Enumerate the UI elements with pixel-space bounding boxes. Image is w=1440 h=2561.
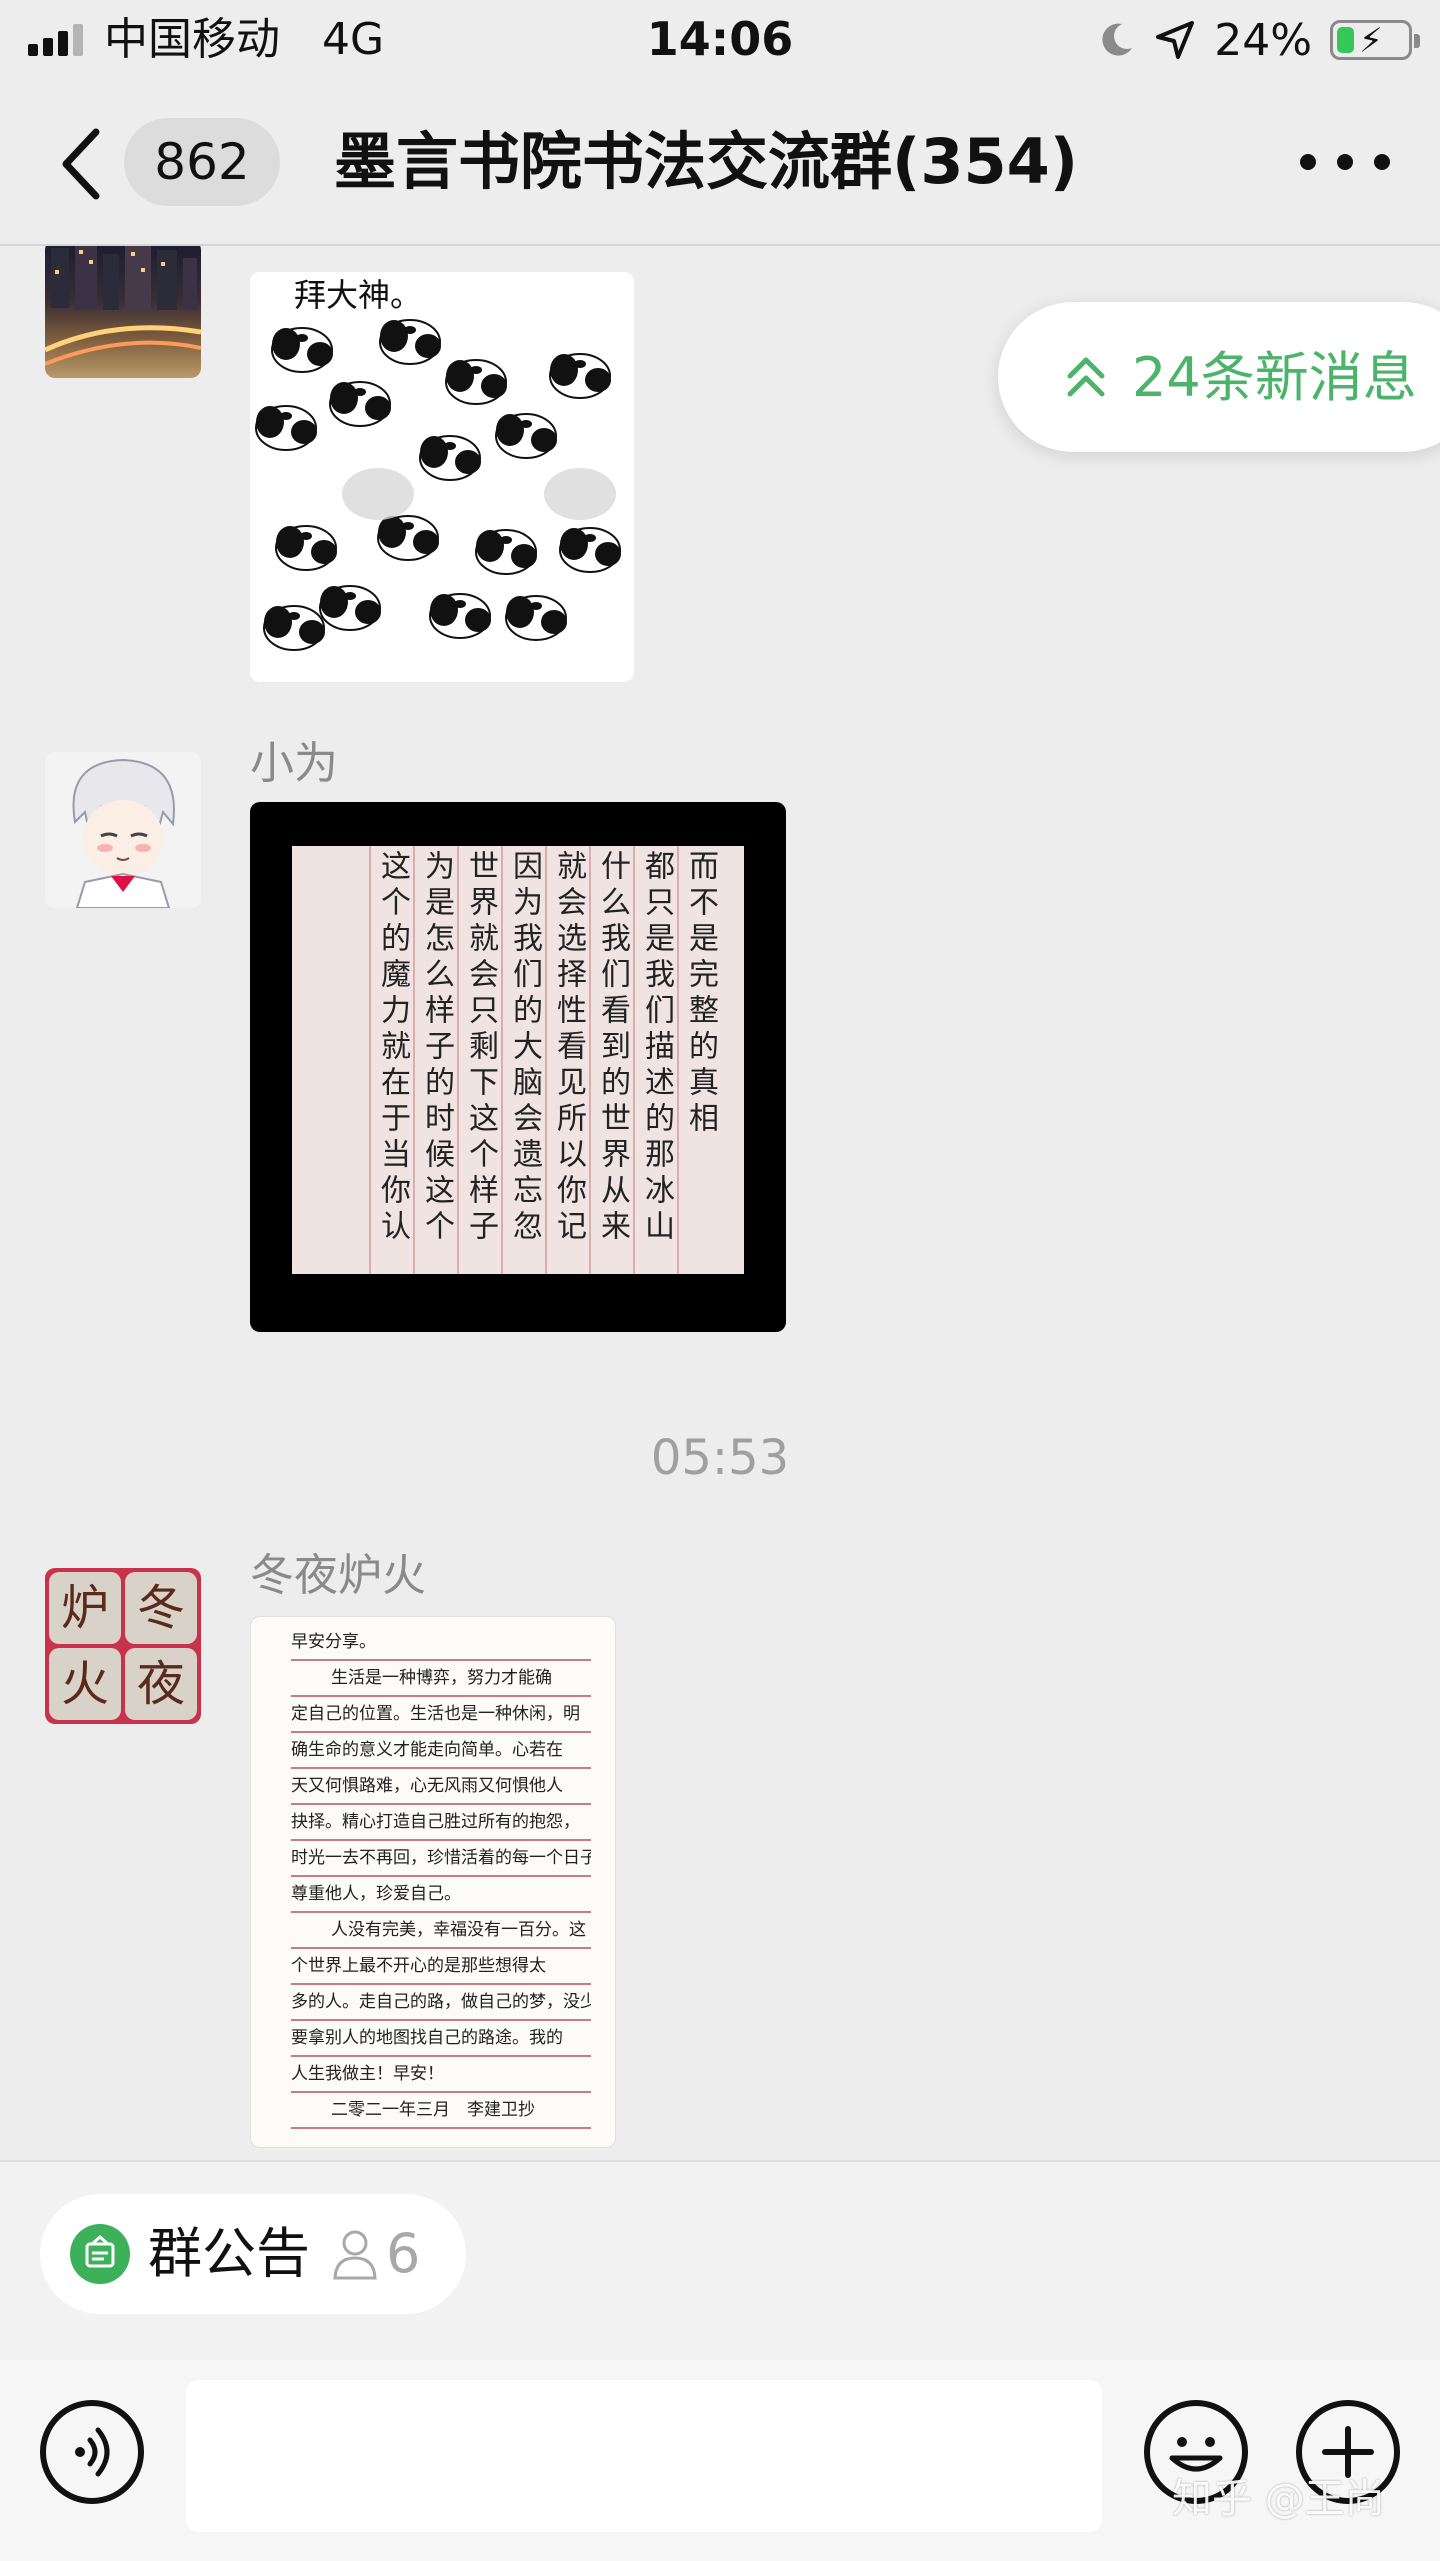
sender-name: 冬夜炉火 [250, 1550, 426, 1601]
announcement-icon [70, 2224, 130, 2284]
status-right-group: 24% ⚡ [1096, 12, 1420, 68]
calligraphy-paper: 而不是完整的真相都只是我们描述的那冰山一角什么我们看到的世界从来就会选择性看见所… [292, 846, 744, 1274]
dot [1337, 154, 1353, 170]
letter-line: 二零二一年三月 李建卫抄 [291, 2093, 591, 2129]
moon-icon [1102, 23, 1133, 56]
bolt-icon: ⚡ [1359, 21, 1383, 61]
anime-character-avatar-image [45, 752, 201, 908]
voice-icon[interactable] [40, 2400, 144, 2504]
letter-line: 尊重他人，珍爱自己。 [291, 1877, 591, 1913]
chat-message-list[interactable]: 拜大神。 24条新消息 小为 而不是完整的真相 都只是我们描述的那冰山 什么我们… [0, 246, 1440, 2160]
calligraphy-column: 什么我们看到的世界从来 [595, 850, 630, 1246]
image-message-letter[interactable]: 早安分享。 生活是一种博弈，努力才能确 定自己的位置。生活也是一种休闲，明 确生命的意… [250, 1616, 616, 2148]
battery-fill [1337, 27, 1354, 53]
back-chevron-icon[interactable] [52, 124, 112, 204]
calligraphy-column: 都只是我们描述的那冰山一角 [639, 850, 674, 1246]
letter-line: 人生我做主！早安！ [291, 2057, 591, 2093]
dot [1374, 154, 1390, 170]
letter-line: 要拿别人的地图找自己的路途。我的 [291, 2021, 591, 2057]
panda-bow-sticker [255, 319, 622, 651]
letter-line: 早安分享。 [291, 1625, 591, 1661]
calligraphy-column: 为是怎么样子的时候这个 [419, 850, 454, 1246]
avatar-tile: 夜 [125, 1648, 197, 1720]
input-bar: 知乎 @王尚 [0, 2360, 1440, 2561]
announcement-area: 群公告 6 [0, 2160, 1440, 2360]
calligraphy-column: 就会选择性看见所以你记住 [551, 850, 586, 1246]
battery-cap [1414, 34, 1420, 48]
more-dots-icon[interactable] [1300, 142, 1390, 182]
announcement-label: 群公告 [148, 2222, 310, 2285]
message-input[interactable] [186, 2380, 1102, 2532]
calligraphy-columns: 而不是完整的真相都只是我们描述的那冰山一角什么我们看到的世界从来就会选择性看见所… [292, 846, 744, 1274]
calligraphy-column: 世界就会只剩下这个样子 [463, 850, 498, 1246]
dot [1300, 154, 1316, 170]
nav-bar: 862 墨言书院书法交流群(354) [0, 80, 1440, 246]
avatar-anime-character[interactable] [45, 752, 201, 908]
person-outline-icon [333, 2230, 377, 2280]
letter-line: 多的人。走自己的路，做自己的梦，没少 [291, 1985, 591, 2021]
letter-line: 确生命的意义才能走向简单。心若在 [291, 1733, 591, 1769]
watermark: 知乎 @王尚 [1172, 2476, 1385, 2522]
avatar-tile: 火 [49, 1648, 121, 1720]
letter-line: 抉择。精心打造自己胜过所有的抱怨， [291, 1805, 591, 1841]
double-chevron-up-icon [1067, 357, 1105, 397]
announcement-button[interactable]: 群公告 6 [40, 2194, 466, 2314]
handwritten-letter: 早安分享。 生活是一种博弈，努力才能确 定自己的位置。生活也是一种休闲，明 确生命的意… [291, 1625, 591, 2129]
avatar-city-night[interactable] [45, 246, 201, 378]
battery-charging-icon: ⚡ [1330, 20, 1420, 61]
new-messages-button[interactable]: 24条新消息 [998, 302, 1440, 452]
avatar-tile-grid: 炉 冬 火 夜 [49, 1572, 197, 1720]
avatar-tile: 冬 [125, 1572, 197, 1644]
calligraphy-column: 因为我们的大脑会遗忘忽 [507, 850, 542, 1246]
chat-title: 墨言书院书法交流群(354) [334, 125, 1079, 198]
calligraphy-column: 而不是完整的真相 [683, 850, 718, 1138]
image-message-calligraphy[interactable]: 而不是完整的真相都只是我们描述的那冰山一角什么我们看到的世界从来就会选择性看见所… [250, 802, 786, 1332]
announcement-count: 6 [386, 2222, 421, 2285]
calligraphy-column: 这个的魔力就在于当你认 [375, 850, 410, 1246]
letter-line: 时光一去不再回，珍惜活着的每一个日子， [291, 1841, 591, 1877]
battery-percent: 24% [1214, 14, 1312, 66]
sender-name: 小为 [250, 738, 338, 789]
new-messages-label: 24条新消息 [1132, 346, 1417, 409]
city-skyline-icon [45, 246, 201, 366]
avatar-winter-night-fire[interactable]: 炉 冬 火 夜 [45, 1568, 201, 1724]
status-bar: 中国移动 4G 14:06 24% ⚡ [0, 0, 1440, 80]
message-timestamp: 05:53 [650, 1430, 790, 1486]
letter-line: 天又何惧路难，心无风雨又何惧他人 [291, 1769, 591, 1805]
avatar-tile: 炉 [49, 1572, 121, 1644]
unread-count-badge[interactable]: 862 [124, 118, 280, 206]
location-arrow-icon [1156, 21, 1195, 59]
image-message-panda-sticker[interactable]: 拜大神。 [250, 272, 634, 682]
letter-line: 个世界上最不开心的是那些想得太 [291, 1949, 591, 1985]
letter-line: 生活是一种博弈，努力才能确 [291, 1661, 591, 1697]
letter-line: 定自己的位置。生活也是一种休闲，明 [291, 1697, 591, 1733]
letter-line: 人没有完美，幸福没有一百分。这 [291, 1913, 591, 1949]
